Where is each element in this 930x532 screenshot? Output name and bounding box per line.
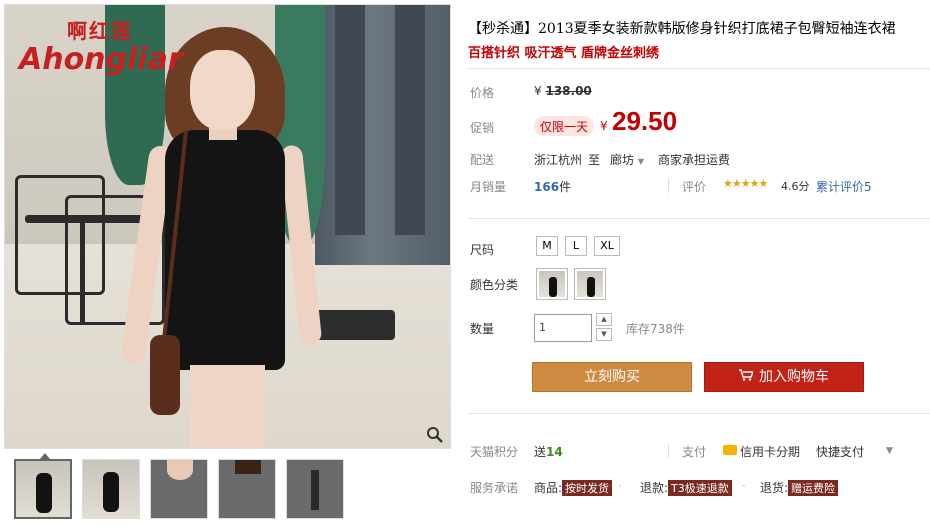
review-count-link[interactable]: 累计评价5 [816,178,872,195]
separator [668,444,669,458]
monthly-sales-count: 166 [534,180,560,194]
pillar [335,5,365,235]
thumbnail-strip [14,459,344,519]
promo-tag: 仅限一天 [534,116,595,136]
handbag [150,335,180,415]
monthly-sales: 166件 [534,178,571,195]
points: 送14 [534,443,563,460]
pillar [395,5,425,235]
add-to-cart-label: 加入购物车 [759,369,829,385]
quantity-input[interactable]: 1 [534,314,592,342]
service-badge: 按时发货 [562,480,613,496]
ship-destination[interactable]: 廊坊 ▼ [610,151,644,168]
quick-pay-link[interactable]: 快捷支付 [816,443,864,460]
size-option-l[interactable]: L [565,236,587,256]
ship-to-word: 至 [588,153,601,167]
service-item-prefix: 退款: [640,481,669,495]
separator [668,179,669,193]
shipping-fee-note: 商家承担运费 [658,153,731,167]
divider [468,413,930,414]
color-label: 颜色分类 [470,278,519,292]
cafe-table [25,215,145,223]
points-prefix: 送 [534,445,547,459]
thumbnail[interactable] [286,459,344,519]
rating-label: 评价 [682,180,707,194]
thumbnail[interactable] [150,459,208,519]
brand-logo-cn: 啊红莲 [67,19,133,43]
service-item-prefix: 商品: [534,481,563,495]
service-label: 服务承诺 [470,481,519,495]
buy-now-button[interactable]: 立刻购买 [532,362,692,392]
quantity-increment[interactable]: ▲ [596,313,612,326]
original-price: ¥ 138.00 [534,84,592,98]
ship-from: 浙江杭州 [534,153,583,167]
stock-count: 库存738件 [626,322,685,336]
thumbnail[interactable] [82,459,140,519]
main-product-image[interactable]: 啊红莲 Ahongliar [4,4,451,449]
model-figure [119,15,325,448]
color-swatch[interactable] [574,268,606,300]
points-value: 14 [546,445,563,459]
quantity-label: 数量 [470,322,495,336]
rating-score: 4.6分 [781,180,810,193]
size-option-m[interactable]: M [536,236,558,256]
service-item-prefix: 退货: [760,481,789,495]
shipping-label: 配送 [470,153,495,167]
service-item[interactable]: 商品: 按时发货 [534,479,613,496]
service-item[interactable]: 退货: 赠运费险 [760,479,839,496]
quantity-decrement[interactable]: ▼ [596,328,612,341]
monthly-sales-label: 月销量 [470,180,507,194]
chevron-down-icon[interactable]: ▼ [886,446,893,456]
brand-logo: 啊红莲 Ahongliar [19,15,183,77]
promo-price: 29.50 [612,106,678,136]
product-title: 【秒杀通】2013夏季女装新款韩版修身针织打底裙子包臀短袖连衣裙 [468,21,896,37]
service-item[interactable]: 退款: T3极速退款 [640,479,732,496]
credit-installment-link[interactable]: 信用卡分期 [740,443,800,460]
payment-label: 支付 [682,445,707,459]
divider [468,218,930,219]
promo-label: 促销 [470,121,495,135]
size-option-xl[interactable]: XL [594,236,620,256]
original-price-value: 138.00 [545,84,592,98]
thumbnail[interactable] [14,459,72,519]
divider [468,68,930,69]
chevron-down-icon: ▼ [637,157,644,166]
promo-currency: ¥ [600,119,608,133]
magnifier-icon[interactable] [426,426,444,444]
currency-symbol: ¥ [534,84,542,98]
thumbnail[interactable] [218,459,276,519]
size-label: 尺码 [470,243,495,257]
cafe-table-leg [80,223,85,323]
credit-card-icon [723,445,737,455]
points-label: 天猫积分 [470,445,519,459]
service-badge: T3极速退款 [668,480,732,496]
cart-icon [739,363,755,391]
ship-destination-text: 廊坊 [610,153,635,167]
color-swatch[interactable] [536,268,568,300]
service-badge: 赠运费险 [788,480,839,496]
add-to-cart-button[interactable]: 加入购物车 [704,362,864,392]
price-label: 价格 [470,86,495,100]
monthly-sales-unit: 件 [559,180,572,194]
product-subtitle: 百搭针织 吸汗透气 盾牌金丝刺绣 [468,46,660,61]
brand-logo-en: Ahongliar [19,42,183,77]
rating-stars: ★★★★★ [723,177,768,190]
dot-separator: · [742,479,746,493]
dot-separator: · [618,479,622,493]
